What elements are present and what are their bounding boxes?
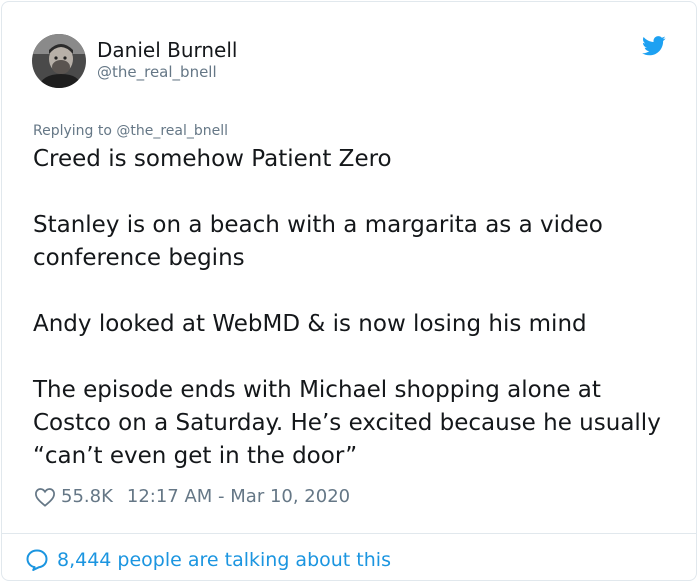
tweet-paragraph: Stanley is on a beach with a margarita a… <box>33 212 611 271</box>
author-handle[interactable]: @the_real_bnell <box>97 63 237 82</box>
tweet-paragraph: Andy looked at WebMD & is now losing his… <box>33 311 587 337</box>
divider <box>2 533 696 534</box>
tweet-card: Daniel Burnell @the_real_bnell Replying … <box>1 1 697 581</box>
twitter-bird-icon[interactable] <box>642 36 666 56</box>
conversation-link[interactable]: 8,444 people are talking about this <box>25 547 391 573</box>
like-count[interactable]: 55.8K <box>61 485 113 509</box>
tweet-paragraph: Creed is somehow Patient Zero <box>33 146 392 172</box>
tweet-header: Daniel Burnell @the_real_bnell <box>32 33 237 89</box>
avatar[interactable] <box>32 34 86 88</box>
speech-bubble-icon <box>26 549 48 571</box>
display-name[interactable]: Daniel Burnell <box>97 37 237 63</box>
author-names: Daniel Burnell @the_real_bnell <box>97 37 237 82</box>
tweet-text: Creed is somehow Patient Zero Stanley is… <box>33 143 663 473</box>
tweet-paragraph: The episode ends with Michael shopping a… <box>33 377 669 469</box>
tweet-meta: 55.8K 12:17 AM - Mar 10, 2020 <box>34 485 350 509</box>
heart-icon[interactable] <box>34 487 56 507</box>
replying-to-label[interactable]: Replying to @the_real_bnell <box>33 122 228 140</box>
tweet-timestamp[interactable]: 12:17 AM - Mar 10, 2020 <box>127 485 350 509</box>
conversation-label[interactable]: 8,444 people are talking about this <box>57 547 391 573</box>
